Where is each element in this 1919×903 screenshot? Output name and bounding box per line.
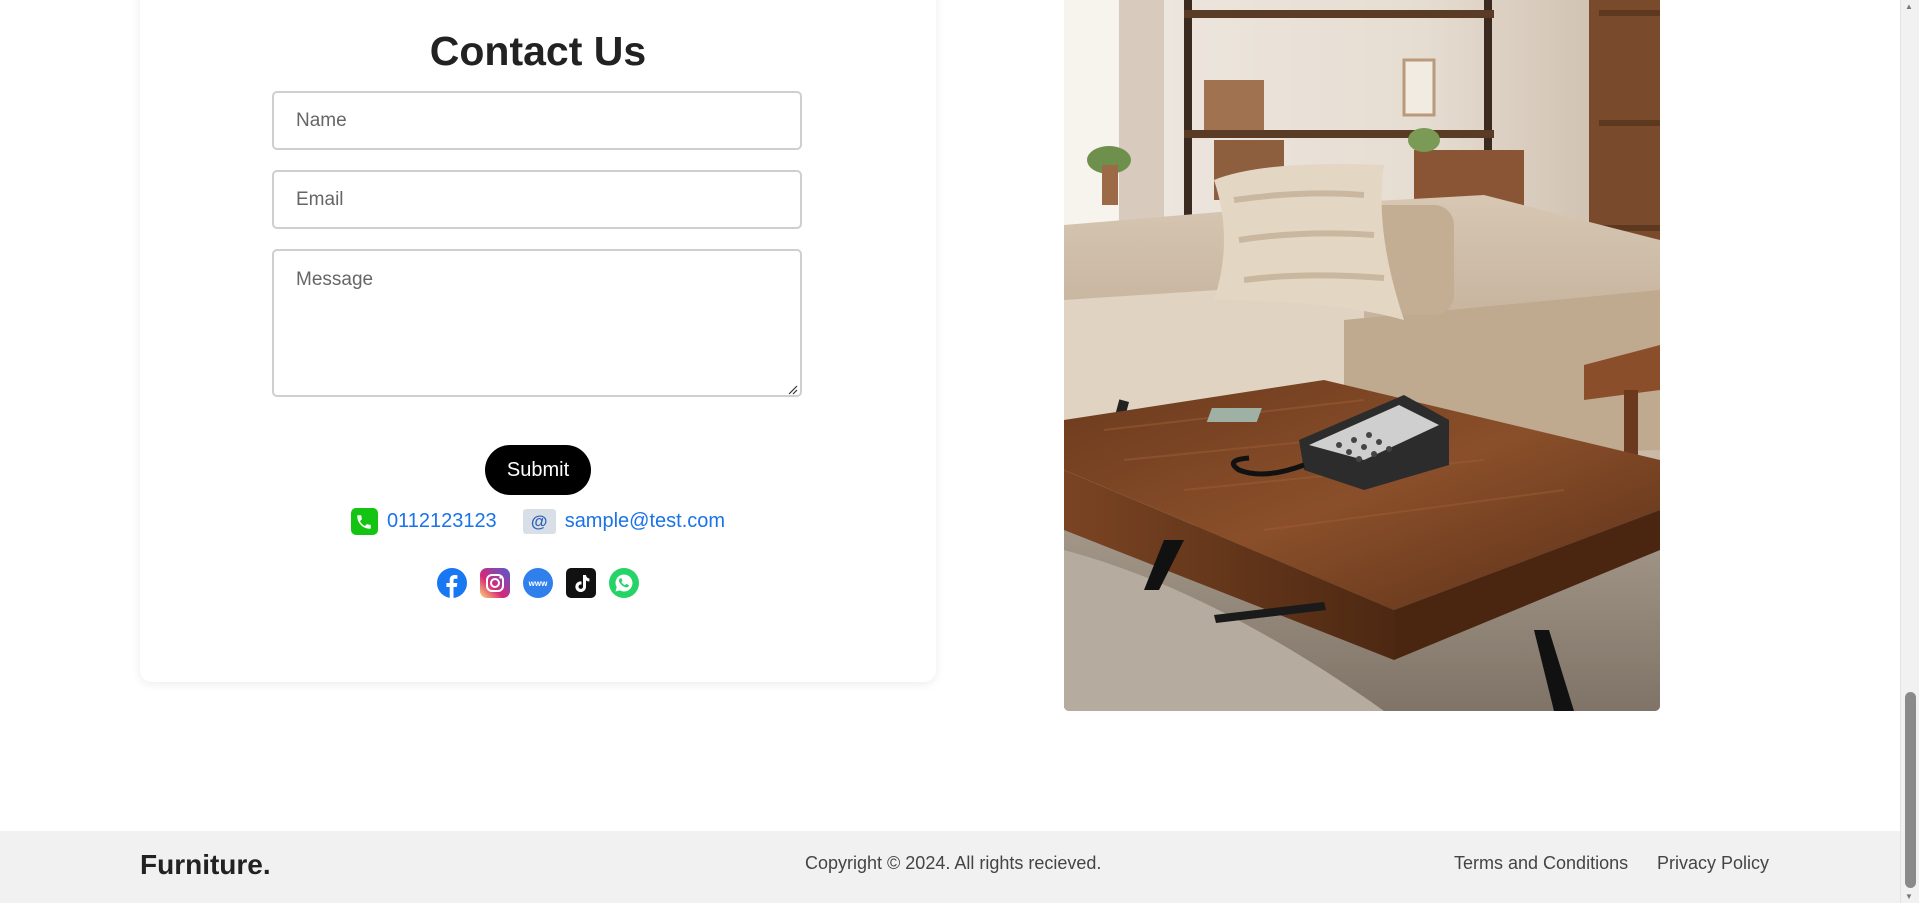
svg-text:www: www bbox=[528, 579, 548, 588]
name-input[interactable] bbox=[272, 91, 802, 150]
social-links: www bbox=[140, 568, 936, 598]
scroll-thumb[interactable] bbox=[1905, 692, 1916, 888]
terms-link[interactable]: Terms and Conditions bbox=[1454, 853, 1628, 874]
email-link[interactable]: sample@test.com bbox=[565, 510, 725, 533]
message-textarea[interactable] bbox=[272, 249, 802, 397]
submit-button[interactable]: Submit bbox=[485, 445, 591, 495]
facebook-icon[interactable] bbox=[437, 568, 467, 598]
footer: Furniture. Copyright © 2024. All rights … bbox=[0, 831, 1900, 903]
phone-contact: 0112123123 bbox=[350, 508, 497, 535]
website-icon[interactable]: www bbox=[523, 568, 553, 598]
footer-brand[interactable]: Furniture. bbox=[140, 849, 271, 881]
tiktok-icon[interactable] bbox=[566, 568, 596, 598]
scroll-up-icon[interactable]: ▲ bbox=[1905, 2, 1913, 11]
email-contact: @ sample@test.com bbox=[522, 509, 725, 534]
email-icon: @ bbox=[522, 509, 556, 534]
resize-grip-icon[interactable] bbox=[786, 383, 798, 395]
footer-copyright: Copyright © 2024. All rights recieved. bbox=[805, 853, 1102, 873]
email-input[interactable] bbox=[272, 170, 802, 229]
privacy-link[interactable]: Privacy Policy bbox=[1657, 853, 1769, 874]
page-title: Contact Us bbox=[429, 28, 647, 74]
phone-icon bbox=[350, 508, 378, 535]
contact-card: Contact Us Submit 0112123123 @ sample@te… bbox=[140, 0, 936, 682]
contact-info: 0112123123 @ sample@test.com bbox=[140, 508, 936, 535]
instagram-icon[interactable] bbox=[480, 568, 510, 598]
scroll-down-icon[interactable]: ▼ bbox=[1905, 892, 1913, 901]
phone-link[interactable]: 0112123123 bbox=[387, 510, 497, 533]
living-room-photo bbox=[1064, 0, 1660, 711]
vertical-scrollbar[interactable]: ▲ ▼ bbox=[1900, 0, 1919, 903]
whatsapp-icon[interactable] bbox=[609, 568, 639, 598]
